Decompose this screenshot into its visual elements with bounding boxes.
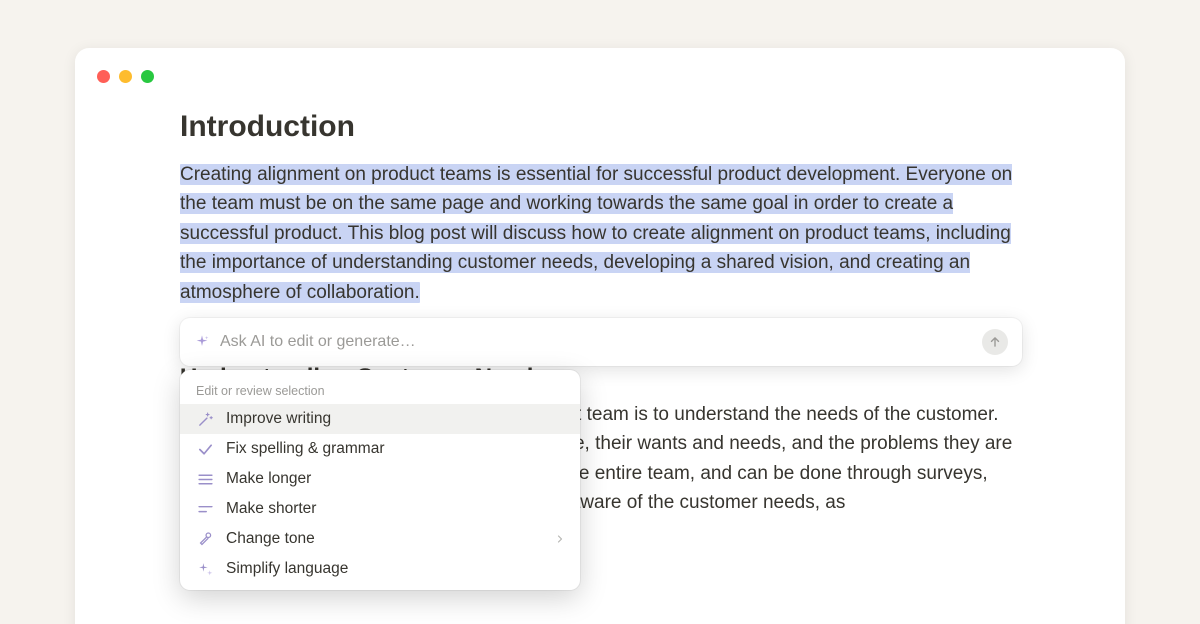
ai-prompt-bar xyxy=(180,318,1022,366)
submit-button[interactable] xyxy=(982,329,1008,355)
menu-item-label: Fix spelling & grammar xyxy=(226,440,385,458)
document-content: Introduction Creating alignment on produ… xyxy=(180,110,1022,307)
lines-long-icon xyxy=(196,470,214,488)
maximize-window-button[interactable] xyxy=(141,70,154,83)
sparkles-icon xyxy=(196,560,214,578)
menu-item-improve-writing[interactable]: Improve writing xyxy=(180,404,580,434)
menu-item-simplify-language[interactable]: Simplify language xyxy=(180,554,580,584)
menu-item-label: Make longer xyxy=(226,470,311,488)
menu-item-label: Improve writing xyxy=(226,410,331,428)
menu-item-label: Simplify language xyxy=(226,560,348,578)
selected-text: Creating alignment on product teams is e… xyxy=(180,164,1012,303)
paragraph-introduction[interactable]: Creating alignment on product teams is e… xyxy=(180,160,1022,307)
wand-icon xyxy=(196,410,214,428)
arrow-up-icon xyxy=(988,335,1002,349)
minimize-window-button[interactable] xyxy=(119,70,132,83)
microphone-icon xyxy=(196,530,214,548)
heading-introduction: Introduction xyxy=(180,110,1022,144)
check-icon xyxy=(196,440,214,458)
menu-section-header: Edit or review selection xyxy=(180,378,580,404)
close-window-button[interactable] xyxy=(97,70,110,83)
menu-item-change-tone[interactable]: Change tone xyxy=(180,524,580,554)
lines-short-icon xyxy=(196,500,214,518)
menu-item-make-longer[interactable]: Make longer xyxy=(180,464,580,494)
menu-item-fix-spelling[interactable]: Fix spelling & grammar xyxy=(180,434,580,464)
menu-item-label: Make shorter xyxy=(226,500,316,518)
app-window: Introduction Creating alignment on produ… xyxy=(75,48,1125,624)
menu-item-make-shorter[interactable]: Make shorter xyxy=(180,494,580,524)
ai-prompt-input[interactable] xyxy=(220,333,972,351)
menu-item-label: Change tone xyxy=(226,530,315,548)
sparkle-icon xyxy=(194,334,210,350)
window-traffic-lights xyxy=(97,70,154,83)
chevron-right-icon xyxy=(554,533,566,545)
ai-actions-menu: Edit or review selection Improve writing… xyxy=(180,370,580,590)
